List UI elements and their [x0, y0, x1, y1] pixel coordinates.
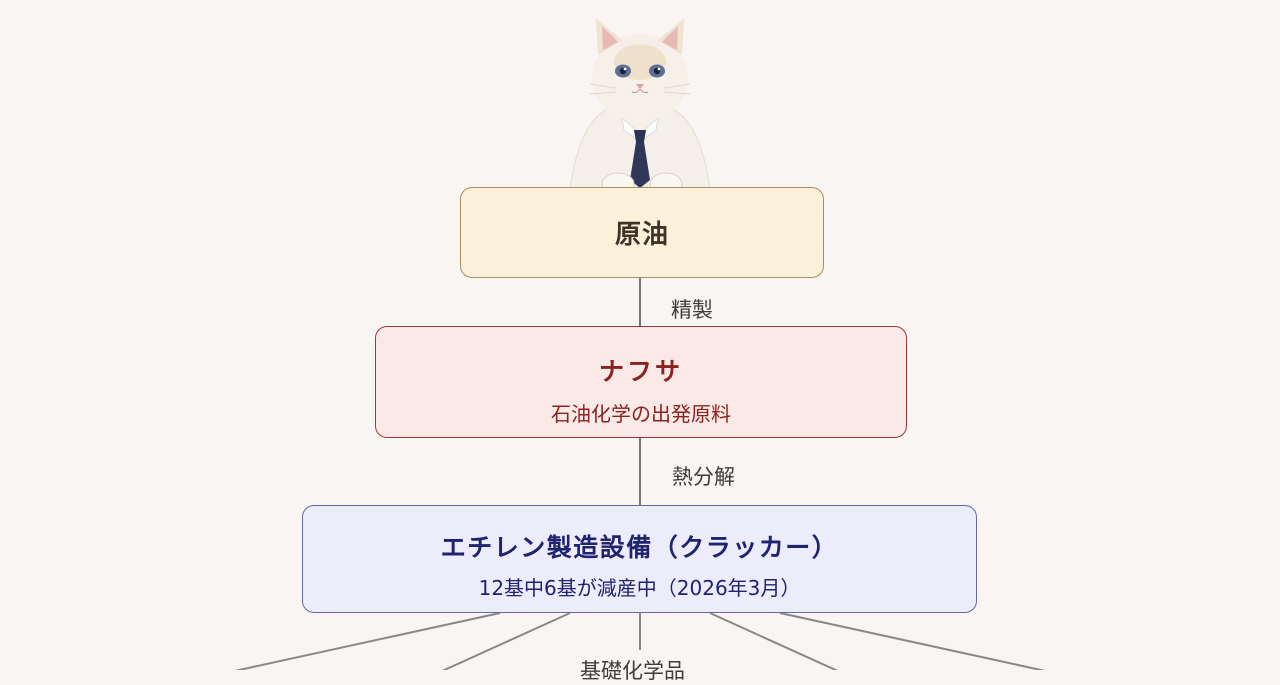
node-cracker-subtitle: 12基中6基が減産中（2026年3月） [478, 576, 801, 600]
node-cracker-title: エチレン製造設備（クラッカー） [440, 533, 839, 562]
node-naphtha-subtitle: 石油化学の出発原料 [551, 402, 731, 426]
node-crude-oil: 原油 [460, 187, 824, 278]
edge-label-refining: 精製 [671, 298, 713, 322]
node-crude-oil-title: 原油 [614, 220, 669, 250]
connector-branch-5 [779, 612, 1046, 670]
edge-label-basic-chemicals: 基礎化学品 [580, 659, 685, 683]
cat-mascot-illustration [569, 18, 711, 190]
node-naphtha: ナフサ 石油化学の出発原料 [375, 326, 907, 438]
connector-branch-1 [234, 612, 501, 670]
node-naphtha-title: ナフサ [598, 357, 683, 386]
edge-label-cracking: 熱分解 [672, 465, 735, 489]
node-cracker: エチレン製造設備（クラッカー） 12基中6基が減産中（2026年3月） [302, 505, 977, 613]
